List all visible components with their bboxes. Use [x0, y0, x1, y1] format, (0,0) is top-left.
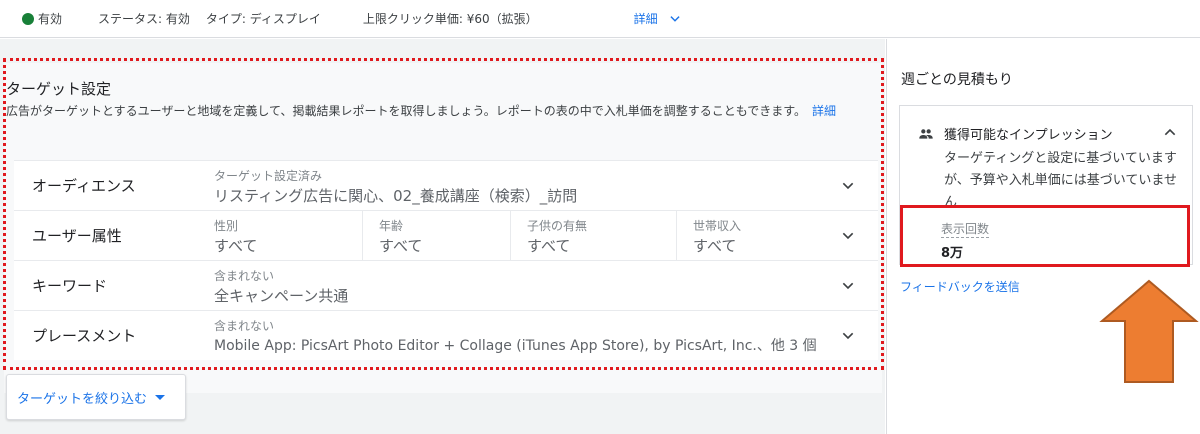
keywords-row[interactable]: キーワード 含まれない 全キャンペーン共通	[14, 261, 878, 311]
audience-value: リスティング広告に関心、02_養成講座（検索）_訪問	[214, 187, 578, 205]
targeting-rows: オーディエンス ターゲット設定済み リスティング広告に関心、02_養成講座（検索…	[14, 160, 878, 360]
targeting-title: ターゲット設定	[6, 80, 112, 98]
narrow-targeting-button[interactable]: ターゲットを絞り込む	[6, 374, 186, 420]
gender-value: すべて	[214, 237, 258, 255]
household-income-value: すべて	[693, 237, 737, 255]
impressions-card-title: 獲得可能なインプレッション	[944, 128, 1113, 143]
demographics-row[interactable]: ユーザー属性 性別 すべて 年齢 すべて 子供の有無 すべて 世帯収入 すべて	[14, 211, 878, 261]
audience-row[interactable]: オーディエンス ターゲット設定済み リスティング広告に関心、02_養成講座（検索…	[14, 161, 878, 211]
chevron-down-icon[interactable]	[840, 328, 856, 344]
campaign-status-bar: 有効 ステータス: 有効 タイプ: ディスプレイ 上限クリック単価: ¥60（拡…	[0, 0, 1200, 38]
demographics-age: 年齢 すべて	[362, 211, 510, 261]
estimates-panel: 週ごとの見積もり 獲得可能なインプレッション ターゲティングと設定に基づいていま…	[886, 39, 1200, 434]
status-enabled-icon	[22, 12, 34, 25]
placements-row[interactable]: プレースメント 含まれない Mobile App: PicsArt Photo …	[14, 311, 878, 361]
gender-sub: 性別	[214, 219, 239, 233]
chevron-down-icon[interactable]	[840, 178, 856, 194]
audience-sub: ターゲット設定済み	[214, 169, 323, 183]
keywords-value: 全キャンペーン共通	[214, 287, 349, 305]
demographics-label: ユーザー属性	[32, 227, 122, 245]
demographics-parental-status: 子供の有無 すべて	[510, 211, 676, 261]
parental-status-sub: 子供の有無	[527, 219, 588, 233]
impressions-card-description: ターゲティングと設定に基づいていますが、予算や入札単価には基づいていません	[944, 151, 1177, 210]
impressions-value: 8万	[941, 246, 964, 261]
details-link-label: 詳細	[633, 12, 658, 26]
keywords-sub: 含まれない	[214, 269, 275, 283]
send-feedback-link[interactable]: フィードバックを送信	[900, 278, 1020, 295]
chevron-up-icon[interactable]	[1162, 124, 1178, 140]
caret-down-icon	[155, 394, 166, 400]
impressions-card: 獲得可能なインプレッション ターゲティングと設定に基づいていますが、予算や入札単…	[899, 105, 1193, 265]
placements-value: Mobile App: PicsArt Photo Editor + Colla…	[214, 338, 817, 354]
demographics-gender: 性別 すべて	[214, 211, 362, 261]
narrow-targeting-label: ターゲットを絞り込む	[17, 391, 148, 407]
placements-label: プレースメント	[32, 327, 137, 345]
audience-label: オーディエンス	[32, 177, 136, 195]
parental-status-value: すべて	[527, 237, 571, 255]
status-text: ステータス: 有効	[98, 12, 190, 26]
age-sub: 年齢	[379, 219, 404, 233]
chevron-down-icon	[670, 15, 680, 22]
placements-sub: 含まれない	[214, 319, 275, 333]
max-cpc-text: 上限クリック単価: ¥60（拡張）	[362, 12, 538, 26]
chevron-down-icon[interactable]	[840, 228, 856, 244]
details-link[interactable]: 詳細	[634, 10, 682, 27]
targeting-details-link[interactable]: 詳細	[812, 104, 836, 118]
chevron-down-icon[interactable]	[840, 278, 856, 294]
people-icon	[919, 128, 933, 139]
type-text: タイプ: ディスプレイ	[205, 12, 321, 26]
targeting-description-text: 広告がターゲットとするユーザーと地域を定義して、掲載結果レポートを取得しましょう…	[6, 104, 807, 118]
impressions-card-header[interactable]: 獲得可能なインプレッション	[918, 124, 1113, 143]
estimates-title: 週ごとの見積もり	[901, 72, 1013, 88]
status-dot-label: 有効	[38, 12, 63, 26]
household-income-sub: 世帯収入	[693, 219, 742, 233]
impressions-label: 表示回数	[941, 222, 990, 238]
keywords-label: キーワード	[32, 277, 108, 295]
targeting-description: 広告がターゲットとするユーザーと地域を定義して、掲載結果レポートを取得しましょう…	[6, 100, 882, 122]
demographics-household-income: 世帯収入 すべて	[676, 211, 824, 261]
age-value: すべて	[379, 237, 423, 255]
demographics-columns: 性別 すべて 年齢 すべて 子供の有無 すべて 世帯収入 すべて	[214, 211, 824, 261]
